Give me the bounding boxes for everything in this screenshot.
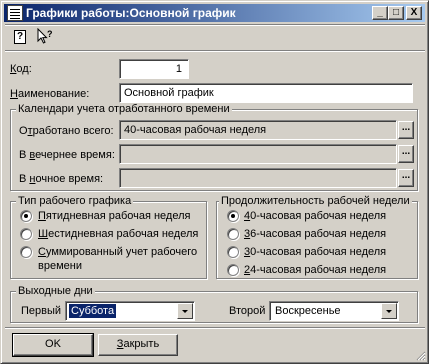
window-title: Графики работы:Основной график — [26, 6, 236, 20]
close-button[interactable]: X — [406, 6, 422, 20]
30-hour-label[interactable]: 30-часовая рабочая неделя — [244, 246, 386, 259]
code-field[interactable]: 1 — [119, 59, 189, 79]
24-hour-label[interactable]: 24-часовая рабочая неделя — [244, 264, 386, 277]
evening-time-select-button[interactable]: ... — [398, 145, 414, 163]
maximize-button[interactable]: □ — [388, 6, 404, 20]
total-time-label: Отработано всего: — [19, 125, 114, 137]
summarized-label-line2[interactable]: времени — [38, 260, 82, 273]
days-off-title: Выходные дни — [16, 285, 95, 298]
help-icon[interactable]: ? — [14, 30, 26, 44]
whats-this-icon[interactable]: ? — [36, 28, 54, 46]
night-time-field[interactable] — [119, 168, 397, 188]
bottom-separator — [5, 327, 425, 329]
ok-button[interactable]: OK — [12, 333, 94, 357]
week-length-title: Продолжительность рабочей недели — [219, 195, 412, 208]
total-time-select-button[interactable]: ... — [398, 121, 414, 139]
code-label: Код: — [10, 63, 32, 75]
second-day-off-value: Воскресенье — [275, 305, 341, 317]
toolbar-separator — [5, 24, 425, 26]
radio-six-day[interactable] — [20, 228, 32, 240]
first-day-off-select[interactable]: Суббота — [65, 301, 195, 321]
name-field[interactable]: Основной график — [119, 83, 413, 103]
total-time-field[interactable]: 40-часовая рабочая неделя — [119, 120, 397, 140]
second-day-off-select[interactable]: Воскресенье — [269, 301, 399, 321]
night-time-select-button[interactable]: ... — [398, 169, 414, 187]
calendars-group-title: Календари учета отработанного времени — [16, 103, 232, 116]
chevron-down-icon[interactable] — [177, 303, 193, 319]
radio-36-hour[interactable] — [227, 228, 239, 240]
evening-time-field[interactable] — [119, 144, 397, 164]
radio-summarized[interactable] — [20, 246, 32, 258]
app-icon — [7, 5, 23, 21]
radio-five-day[interactable] — [20, 210, 32, 222]
first-day-off-value: Суббота — [67, 303, 118, 319]
schedule-type-title: Тип рабочего графика — [16, 195, 134, 208]
chevron-down-icon[interactable] — [381, 303, 397, 319]
evening-time-label: В вечернее время: — [19, 149, 115, 161]
first-day-off-label: Первый — [21, 305, 62, 317]
resize-grip-icon[interactable] — [414, 349, 426, 361]
name-label: Наименование: — [10, 88, 90, 100]
title-bar[interactable]: Графики работы:Основной график _ □ X — [4, 4, 425, 22]
svg-text:?: ? — [47, 29, 53, 39]
dialog-window: Графики работы:Основной график _ □ X ? ?… — [0, 0, 429, 364]
summarized-label[interactable]: Суммированный учет рабочего — [38, 246, 197, 259]
radio-40-hour[interactable] — [227, 210, 239, 222]
six-day-label[interactable]: Шестидневная рабочая неделя — [38, 228, 198, 241]
40-hour-label[interactable]: 40-часовая рабочая неделя — [244, 210, 386, 223]
close-dialog-button[interactable]: Закрыть — [98, 334, 178, 356]
night-time-label: В ночное время: — [19, 173, 104, 185]
second-day-off-label: Второй — [229, 305, 266, 317]
toolbar-separator-bottom — [5, 50, 425, 52]
radio-24-hour[interactable] — [227, 264, 239, 276]
five-day-label[interactable]: Пятидневная рабочая неделя — [38, 210, 190, 223]
minimize-button[interactable]: _ — [372, 6, 388, 20]
36-hour-label[interactable]: 36-часовая рабочая неделя — [244, 228, 386, 241]
radio-30-hour[interactable] — [227, 246, 239, 258]
